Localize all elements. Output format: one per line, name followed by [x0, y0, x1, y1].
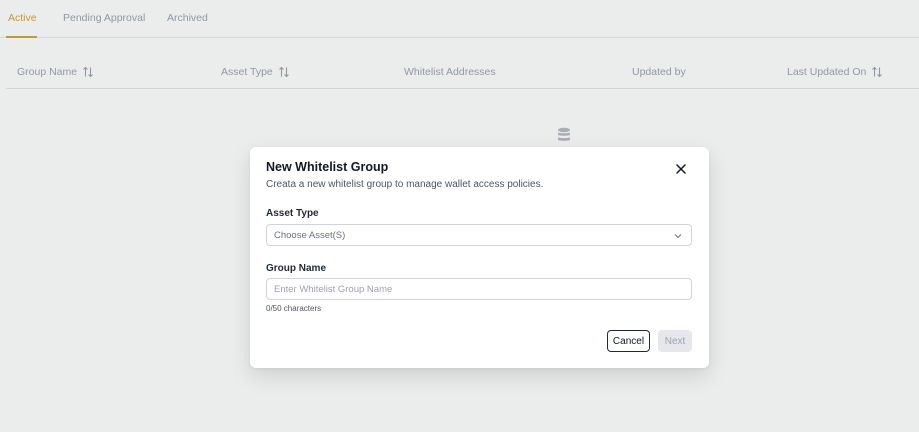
character-count: 0/50 characters: [266, 304, 322, 313]
cancel-button[interactable]: Cancel: [607, 330, 650, 352]
modal-description: Creata a new whitelist group to manage w…: [266, 179, 544, 190]
asset-type-placeholder: Choose Asset(S): [274, 229, 346, 241]
chevron-down-icon: [674, 234, 682, 239]
asset-type-label: Asset Type: [266, 208, 319, 219]
whitelist-page: Active Pending Approval Archived Group N…: [0, 0, 919, 432]
group-name-field-wrapper: [266, 278, 692, 300]
asset-type-select[interactable]: Choose Asset(S): [266, 224, 692, 246]
group-name-label: Group Name: [266, 263, 327, 274]
group-name-input[interactable]: [274, 279, 684, 299]
next-button[interactable]: Next: [658, 330, 692, 352]
close-icon[interactable]: [674, 162, 688, 176]
new-whitelist-group-dialog: New Whitelist Group Creata a new whiteli…: [250, 147, 709, 368]
modal-title: New Whitelist Group: [266, 160, 389, 174]
